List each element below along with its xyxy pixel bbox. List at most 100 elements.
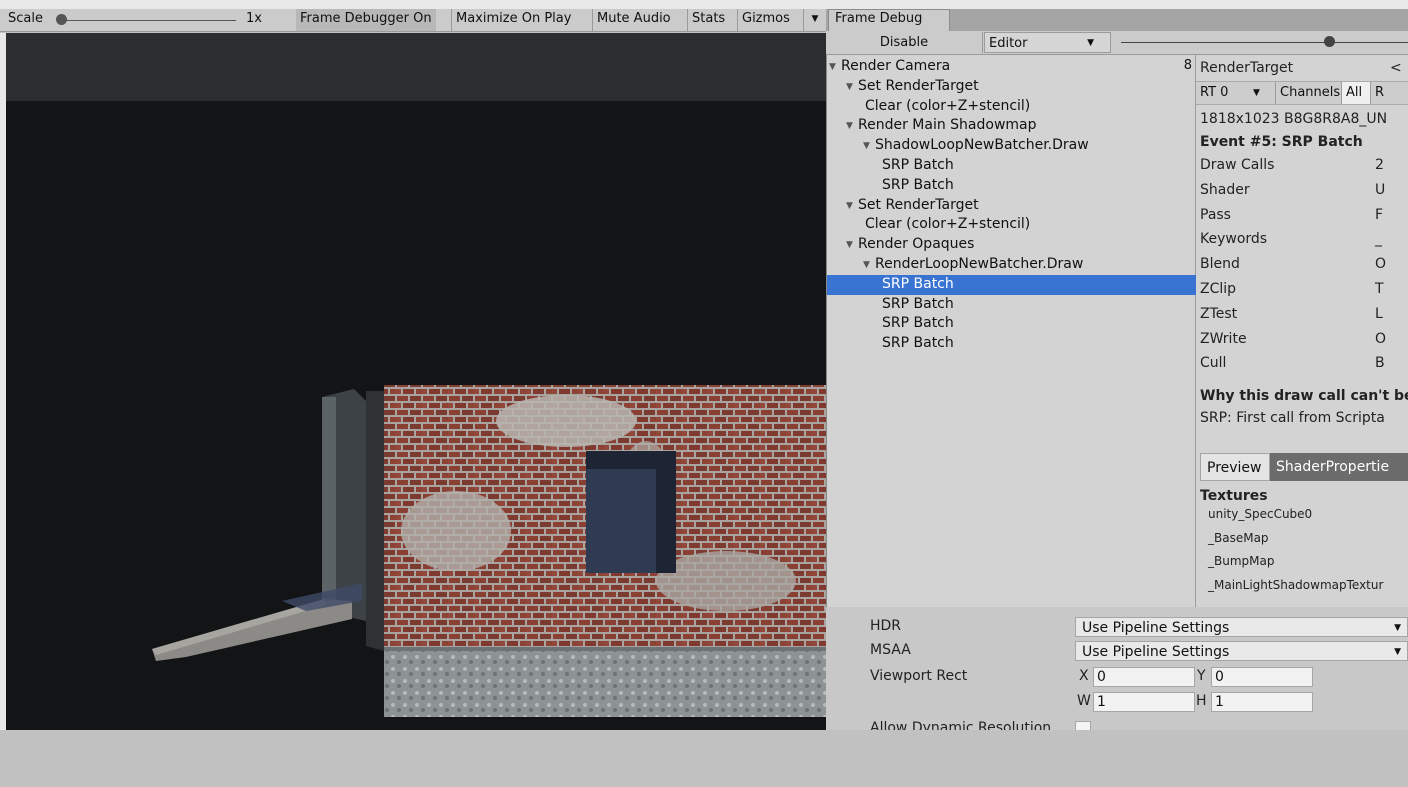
viewport-w-label: W [1077,693,1091,709]
expand-triangle-icon[interactable]: ▼ [846,236,858,254]
tree-row-label: Clear (color+Z+stencil) [865,216,1031,233]
tree-row[interactable]: Clear (color+Z+stencil) [827,97,1234,117]
texture-item[interactable]: _MainLightShadowmapTextur [1208,578,1383,592]
tree-row-label: Set RenderTarget [858,77,979,94]
disable-button[interactable]: Disable [826,32,983,53]
render-target-controls: RT 0 ▼ Channels All R [1196,81,1408,105]
rt-select-value: RT 0 [1200,85,1229,100]
event-slider-track[interactable] [1121,42,1408,43]
viewport-w-field[interactable]: 1 [1093,692,1195,712]
maximize-on-play-toggle[interactable]: Maximize On Play [451,9,575,31]
tree-row[interactable]: Clear (color+Z+stencil) [827,215,1234,235]
tree-row[interactable]: SRP Batch [827,314,1251,334]
texture-item[interactable]: _BaseMap [1208,531,1269,545]
tree-row[interactable]: SRP Batch [827,295,1251,315]
batch-break-title: Why this draw call can't be [1200,388,1408,404]
scale-slider-track[interactable] [60,20,236,21]
target-dropdown-value: Editor [989,36,1028,51]
rt-select[interactable]: RT 0 ▼ [1196,82,1276,104]
property-value: 2 [1375,157,1384,173]
viewport-h-field[interactable]: 1 [1211,692,1313,712]
game-view[interactable] [6,101,826,730]
channels-label: Channels [1276,82,1342,104]
tree-row[interactable]: ▼RenderLoopNewBatcher.Draw4 [827,255,1232,275]
tree-row-label: SRP Batch [882,176,954,193]
viewport-y-field[interactable]: 0 [1211,667,1313,687]
viewport-rect-label: Viewport Rect [870,668,968,684]
mute-audio-toggle[interactable]: Mute Audio [592,9,675,31]
texture-item[interactable]: unity_SpecCube0 [1208,507,1312,521]
tree-row-label: Render Main Shadowmap [858,117,1037,134]
msaa-dropdown[interactable]: Use Pipeline Settings ▼ [1075,641,1408,661]
tree-row[interactable]: SRP Batch [827,334,1251,354]
scene-render [152,385,826,717]
tree-row[interactable]: SRP Batch [827,156,1251,176]
batch-break-reason: SRP: First call from Scripta [1200,410,1385,426]
event-details: RenderTarget < RT 0 ▼ Channels All R 181… [1196,55,1408,607]
tree-row-label: ShadowLoopNewBatcher.Draw [875,137,1089,154]
target-dropdown[interactable]: Editor ▼ [984,32,1111,53]
scale-value: 1x [246,11,262,26]
expand-triangle-icon[interactable]: ▼ [829,58,841,76]
property-value: U [1375,181,1386,198]
top-strip [0,0,1408,9]
scale-slider-handle[interactable] [56,14,67,25]
event-title: Event #5: SRP Batch [1200,134,1363,150]
gizmos-toggle[interactable]: Gizmos [737,9,794,31]
tree-row[interactable]: ▼Set RenderTarget1 [827,77,1215,97]
hdr-label: HDR [870,618,902,634]
expand-triangle-icon[interactable]: ▼ [846,117,858,135]
tree-row-count: 8 [1183,58,1192,73]
property-value: O [1375,256,1387,273]
tree-row-label: Set RenderTarget [858,196,979,213]
dynamic-resolution-checkbox[interactable] [1075,721,1091,730]
render-target-value: < [1390,60,1402,76]
chevron-down-icon: ▼ [1253,88,1260,98]
textures-title: Textures [1200,488,1268,504]
expand-triangle-icon[interactable]: ▼ [863,256,875,274]
frame-debug-panel: ▼Render Camera8▼Set RenderTarget1Clear (… [826,55,1408,607]
expand-triangle-icon[interactable]: ▼ [846,78,858,96]
frame-debugger-toggle[interactable]: Frame Debugger On [296,9,436,31]
game-view-header-area [6,33,826,101]
tree-row-label: SRP Batch [882,315,954,332]
tree-row-label: Render Opaques [858,236,975,253]
tree-row[interactable]: SRP Batch [827,176,1251,196]
frame-debug-tab[interactable]: Frame Debug [828,9,950,31]
texture-item[interactable]: _BumpMap [1208,554,1274,568]
tree-row[interactable]: SRP Batch [827,274,1251,295]
tree-row-label: RenderLoopNewBatcher.Draw [875,256,1084,272]
tree-row[interactable]: ▼Set RenderTarget1 [827,196,1215,216]
scale-label: Scale [8,11,43,26]
tree-row-label: SRP Batch [882,275,954,292]
hdr-dropdown[interactable]: Use Pipeline Settings ▼ [1075,617,1408,637]
gizmos-dropdown-arrow-icon[interactable]: ▼ [803,9,826,31]
property-value: F [1375,206,1384,223]
event-slider-handle[interactable] [1324,36,1335,47]
property-value: L [1375,305,1383,322]
channels-all-button[interactable]: All [1342,82,1371,104]
tree-row[interactable]: ▼Render Main Shadowmap2 [827,116,1215,136]
viewport-h-label: H [1196,693,1207,709]
viewport-x-label: X [1079,668,1089,684]
tree-row-label: SRP Batch [882,335,954,352]
tree-row[interactable]: ▼Render Opaques4 [827,235,1215,255]
tree-row[interactable]: ▼ShadowLoopNewBatcher.Draw2 [827,136,1232,156]
expand-triangle-icon[interactable]: ▼ [846,197,858,215]
viewport-x-field[interactable]: 0 [1093,667,1195,687]
tab-shader-properties[interactable]: ShaderPropertie [1270,453,1408,481]
property-value: O [1375,330,1387,347]
stats-toggle[interactable]: Stats [687,9,729,31]
chevron-down-icon: ▼ [1394,623,1401,633]
tree-row-label: Render Camera [841,58,951,74]
frame-debug-tab-bar: Frame Debug [826,9,1408,31]
expand-triangle-icon[interactable]: ▼ [863,137,875,155]
viewport-y-label: Y [1197,668,1206,684]
render-target-label: RenderTarget [1200,60,1294,76]
channels-r-button[interactable]: R [1371,82,1408,104]
event-tree: ▼Render Camera8▼Set RenderTarget1Clear (… [827,55,1251,607]
tree-row[interactable]: ▼ Render Camera 8 [827,57,1198,77]
camera-inspector: HDR Use Pipeline Settings ▼ MSAA Use Pip… [826,607,1408,730]
property-value: B [1375,355,1385,372]
tab-preview[interactable]: Preview [1200,453,1270,481]
